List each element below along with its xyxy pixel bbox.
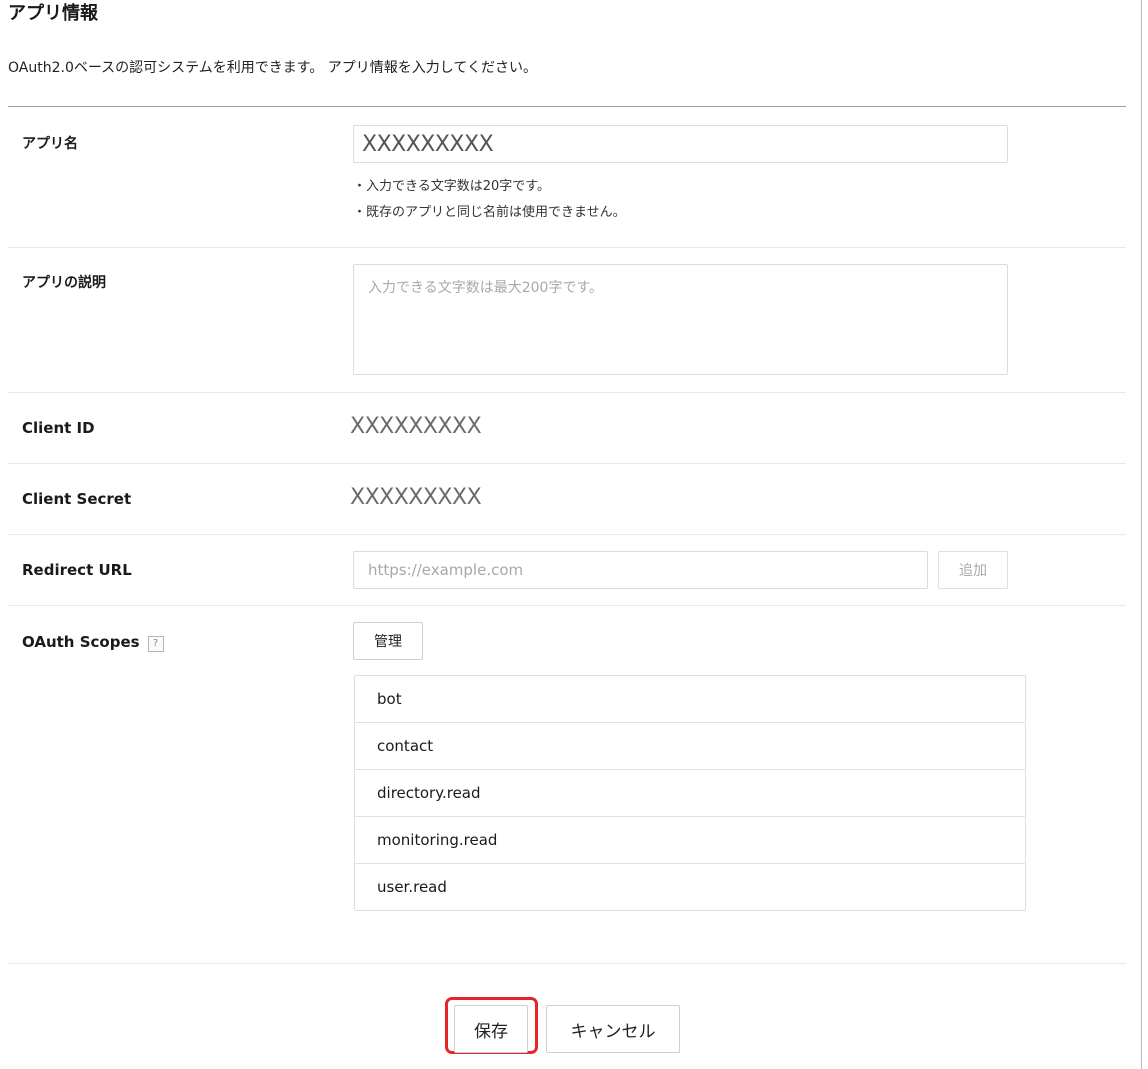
client-secret-value: XXXXXXXXX xyxy=(350,485,482,510)
help-icon[interactable]: ? xyxy=(147,636,164,652)
add-redirect-url-button[interactable]: 追加 xyxy=(938,551,1008,589)
client-secret-label: Client Secret xyxy=(22,490,132,508)
app-name-hint-unique: ・既存のアプリと同じ名前は使用できません。 xyxy=(353,205,626,220)
oauth-scopes-label: OAuth Scopes xyxy=(22,633,140,651)
oauth-scopes-label-group: OAuth Scopes? xyxy=(22,632,164,652)
redirect-url-label: Redirect URL xyxy=(22,561,132,579)
header-divider xyxy=(8,106,1126,107)
row-divider xyxy=(8,534,1126,535)
scope-item-directory-read: directory.read xyxy=(355,769,1025,816)
redirect-url-input[interactable] xyxy=(353,551,928,589)
app-description-label: アプリの説明 xyxy=(22,275,106,291)
client-id-label: Client ID xyxy=(22,419,95,437)
cancel-button[interactable]: キャンセル xyxy=(546,1005,680,1053)
row-divider xyxy=(8,605,1126,606)
row-divider xyxy=(8,392,1126,393)
panel-right-border xyxy=(1141,0,1142,1069)
scope-item-contact: contact xyxy=(355,722,1025,769)
save-button[interactable]: 保存 xyxy=(454,1005,528,1053)
app-name-hint-length: ・入力できる文字数は20字です。 xyxy=(353,179,550,194)
row-divider xyxy=(8,463,1126,464)
app-description-textarea[interactable] xyxy=(353,264,1008,375)
scope-item-bot: bot xyxy=(377,690,402,708)
footer-divider xyxy=(8,963,1126,964)
app-name-input[interactable] xyxy=(353,125,1008,163)
client-id-value: XXXXXXXXX xyxy=(350,414,482,439)
page-title: アプリ情報 xyxy=(8,3,98,24)
row-divider xyxy=(8,247,1126,248)
scope-item-user-read: user.read xyxy=(355,863,1025,910)
app-name-label: アプリ名 xyxy=(22,136,78,152)
scope-list: bot contact directory.read monitoring.re… xyxy=(354,675,1026,911)
page-intro: OAuth2.0ベースの認可システムを利用できます。 アプリ情報を入力してくださ… xyxy=(8,60,537,76)
manage-scopes-button[interactable]: 管理 xyxy=(353,622,423,660)
scope-item-monitoring-read: monitoring.read xyxy=(355,816,1025,863)
